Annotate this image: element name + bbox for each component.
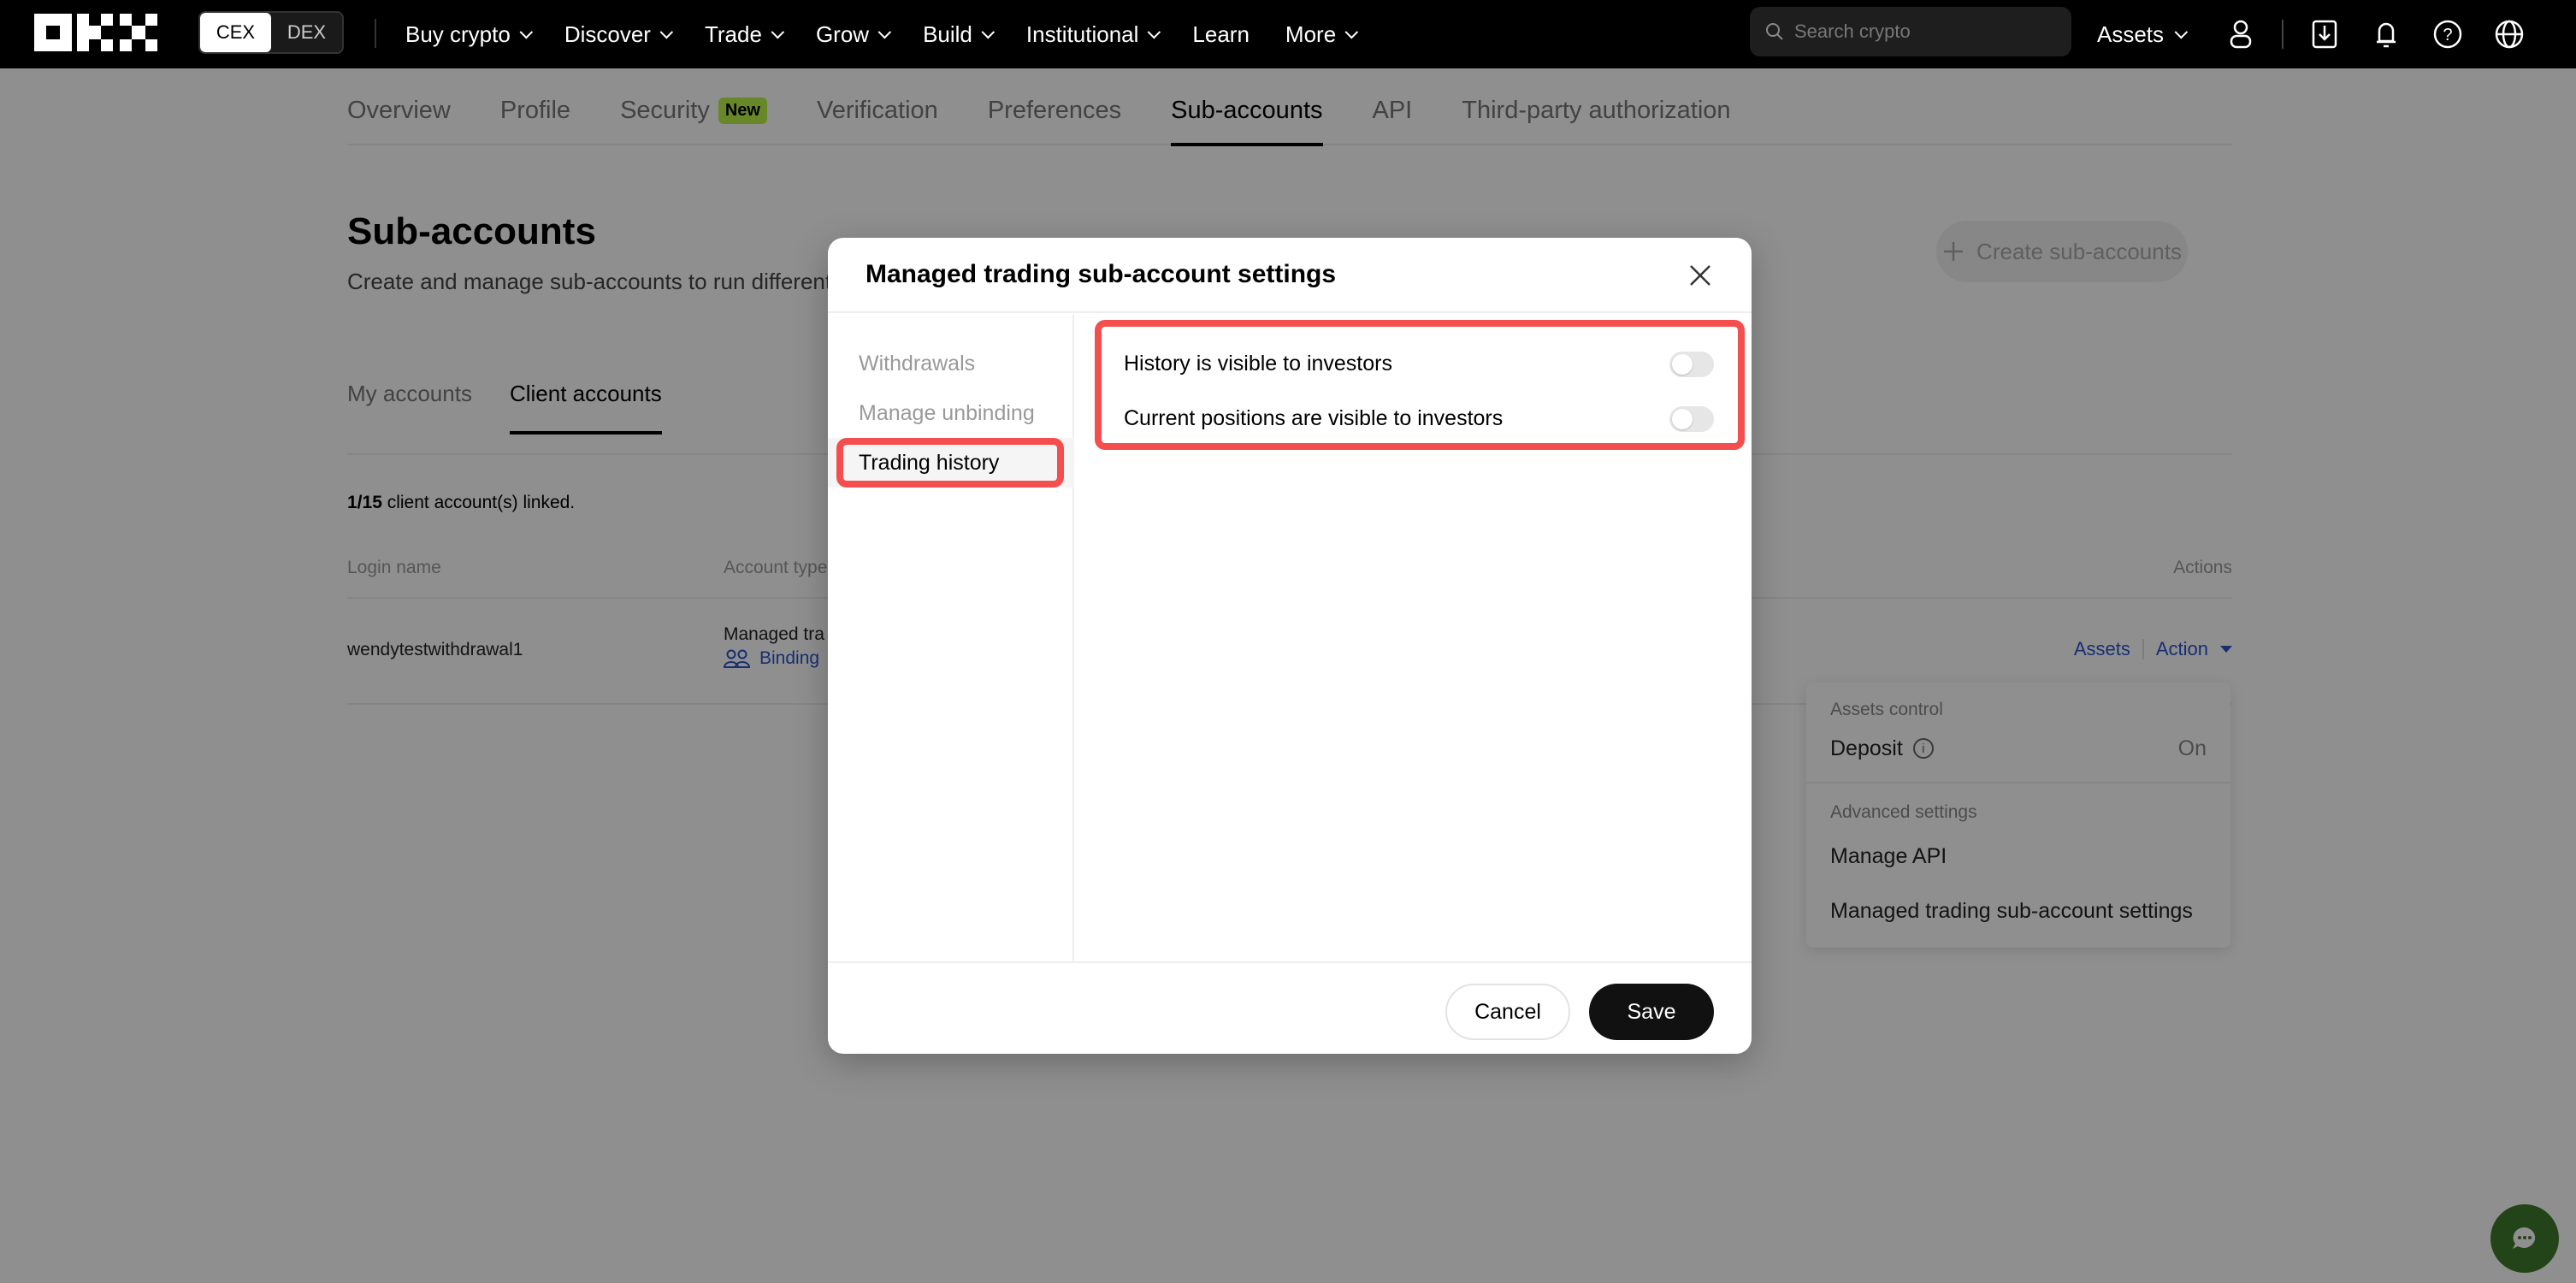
nav-buy-crypto[interactable]: Buy crypto — [405, 21, 533, 48]
chevron-down-icon — [981, 25, 995, 38]
nav-label: Institutional — [1025, 21, 1139, 47]
nav-grow[interactable]: Grow — [815, 21, 892, 48]
nav-more[interactable]: More — [1285, 21, 1359, 48]
nav-divider — [375, 19, 376, 48]
support-chat-button[interactable] — [2490, 1204, 2559, 1273]
nav-label: More — [1285, 21, 1337, 47]
user-icon[interactable] — [2224, 17, 2258, 51]
close-icon[interactable] — [1687, 262, 1714, 289]
search-input[interactable] — [1794, 21, 2051, 43]
nav-build[interactable]: Build — [923, 21, 995, 48]
nav-label: Learn — [1192, 21, 1250, 47]
help-icon[interactable]: ? — [2431, 17, 2465, 51]
setting-label: Current positions are visible to investo… — [1124, 405, 1504, 430]
download-icon[interactable] — [2307, 17, 2342, 51]
chat-icon — [2513, 1227, 2536, 1249]
chevron-down-icon — [877, 25, 892, 38]
chevron-down-icon — [2174, 25, 2189, 38]
modal-body: Withdrawals Manage unbinding Trading his… — [828, 315, 1752, 961]
chevron-down-icon — [659, 25, 674, 38]
sidebar-label: Withdrawals — [859, 351, 976, 375]
sidebar-item-trading-history[interactable]: Trading history — [828, 438, 1074, 488]
nav-icon-divider — [2282, 20, 2284, 49]
cancel-button[interactable]: Cancel — [1445, 984, 1570, 1040]
nav-assets[interactable]: Assets — [2097, 0, 2189, 68]
nav-label: Buy crypto — [405, 21, 511, 47]
save-button[interactable]: Save — [1589, 984, 1714, 1040]
chevron-down-icon — [1147, 25, 1161, 38]
bell-icon[interactable] — [2369, 17, 2403, 51]
modal-footer: Cancel Save — [828, 961, 1752, 1054]
main-menu: Buy crypto Discover Trade Grow Build Ins… — [405, 0, 1359, 68]
managed-trading-settings-modal: Managed trading sub-account settings Wit… — [828, 238, 1752, 1054]
search-icon — [1766, 23, 1783, 40]
nav-institutional[interactable]: Institutional — [1025, 21, 1161, 48]
nav-learn[interactable]: Learn — [1192, 21, 1250, 48]
dex-tab[interactable]: DEX — [271, 13, 342, 52]
sidebar-item-withdrawals[interactable]: Withdrawals — [828, 339, 1074, 388]
globe-icon[interactable] — [2492, 17, 2526, 51]
modal-title: Managed trading sub-account settings — [866, 260, 1337, 288]
chevron-down-icon — [771, 25, 785, 38]
modal-sidebar: Withdrawals Manage unbinding Trading his… — [828, 315, 1074, 961]
nav-label: Grow — [815, 21, 870, 47]
cex-tab[interactable]: CEX — [200, 13, 271, 52]
nav-label: Trade — [704, 21, 762, 47]
setting-history-visible: History is visible to investors — [1124, 342, 1714, 385]
chevron-down-icon — [519, 25, 533, 38]
nav-label: Discover — [564, 21, 651, 47]
setting-positions-visible: Current positions are visible to investo… — [1124, 397, 1714, 440]
nav-discover[interactable]: Discover — [564, 21, 674, 48]
positions-visible-toggle[interactable] — [1669, 406, 1714, 432]
nav-label: Assets — [2097, 21, 2165, 47]
okx-logo[interactable] — [34, 14, 157, 51]
history-visible-toggle[interactable] — [1669, 352, 1714, 377]
sidebar-label: Manage unbinding — [859, 400, 1035, 425]
nav-label: Build — [923, 21, 972, 47]
svg-text:?: ? — [2443, 26, 2452, 44]
sidebar-label: Trading history — [859, 450, 1000, 475]
nav-trade[interactable]: Trade — [704, 21, 785, 48]
sidebar-item-manage-unbinding[interactable]: Manage unbinding — [828, 388, 1074, 438]
nav-icon-group: ? — [2224, 0, 2526, 68]
cex-dex-toggle: CEX DEX — [198, 11, 344, 54]
search-box — [1750, 7, 2071, 56]
top-navigation-bar: CEX DEX Buy crypto Discover Trade Grow B… — [0, 0, 2576, 68]
chevron-down-icon — [1344, 25, 1359, 38]
setting-label: History is visible to investors — [1124, 351, 1392, 375]
modal-header: Managed trading sub-account settings — [828, 238, 1752, 313]
